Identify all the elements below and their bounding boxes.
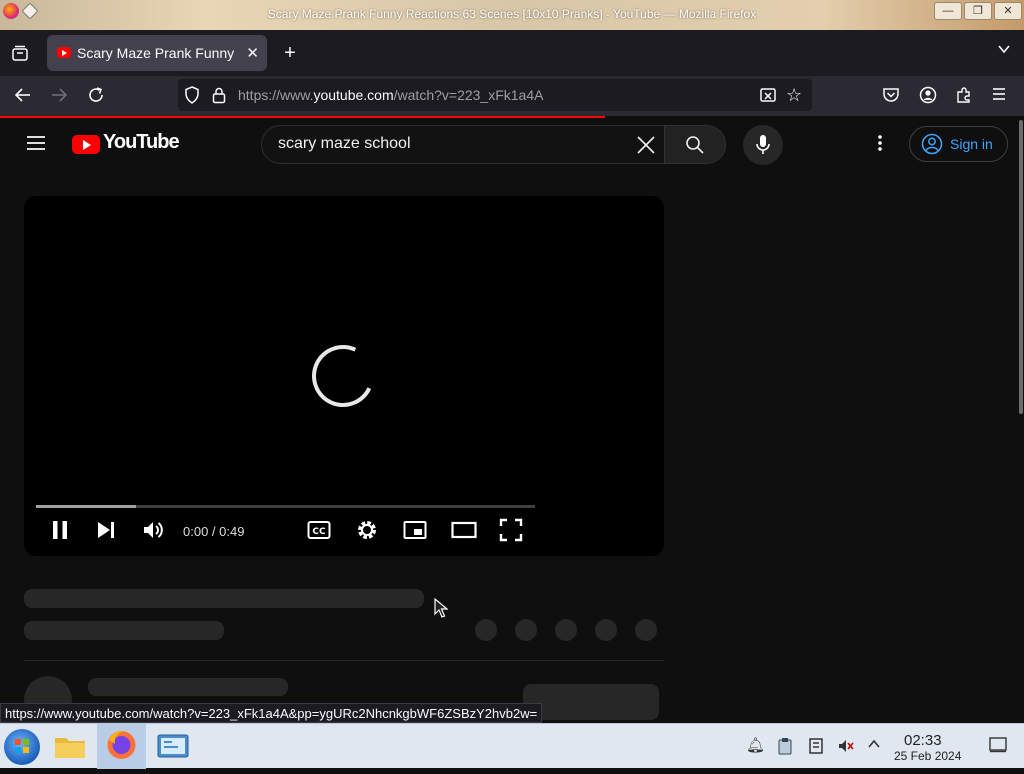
action-skeleton (555, 619, 577, 641)
reload-icon[interactable] (87, 86, 105, 109)
volume-icon[interactable] (141, 518, 165, 542)
clipboard-icon[interactable] (776, 737, 794, 755)
link-status-overlay: https://www.youtube.com/watch?v=223_xFk1… (0, 703, 543, 723)
subscribe-skeleton (523, 684, 659, 720)
search-icon (685, 135, 705, 160)
channel-name-skeleton (88, 678, 288, 696)
tab-strip: Scary Maze Prank Funny Reactions 63 Scen… (0, 30, 1024, 76)
current-time: 0:00 (183, 524, 209, 539)
youtube-logo-text[interactable]: YouTube (103, 131, 180, 154)
buffered-progress (36, 505, 136, 508)
scrollbar-thumb[interactable] (1019, 120, 1023, 414)
search-input[interactable] (278, 135, 618, 153)
svg-text:CC: CC (312, 527, 326, 537)
theater-mode-button[interactable] (451, 518, 477, 542)
youtube-logo-icon[interactable] (72, 135, 100, 154)
maximize-button[interactable]: ❐ (964, 2, 992, 20)
lock-icon[interactable] (212, 86, 226, 109)
time-display: 0:00 / 0:49 (183, 524, 245, 539)
sign-in-button[interactable]: Sign in (909, 126, 1008, 162)
bookmark-star-icon[interactable]: ☆ (786, 85, 802, 106)
notifications-bell-icon[interactable]: 🔔︎ (746, 737, 765, 755)
clock-date[interactable]: 25 Feb 2024 (894, 749, 961, 763)
navigation-toolbar: https://www.youtube.com/watch?v=223_xFk1… (0, 76, 1024, 116)
progress-bar[interactable] (36, 505, 535, 508)
fullscreen-button[interactable] (499, 518, 523, 542)
forward-arrow-icon[interactable] (50, 86, 68, 109)
tab-label: Scary Maze Prank Funny Reactions 63 Scen… (77, 45, 237, 61)
miniplayer-button[interactable] (403, 518, 427, 542)
pause-button[interactable] (48, 518, 72, 542)
action-skeleton (475, 619, 497, 641)
extensions-puzzle-icon[interactable] (955, 86, 973, 109)
close-window-button[interactable]: ✕ (994, 2, 1022, 20)
title-skeleton (24, 589, 424, 608)
tab-overview-icon[interactable] (10, 44, 30, 67)
clock-time[interactable]: 02:33 (904, 732, 942, 749)
hamburger-menu-icon[interactable] (991, 86, 1007, 107)
guide-menu-icon[interactable] (26, 134, 46, 157)
device-storage-icon[interactable] (807, 737, 825, 755)
window-title: Scary Maze Prank Funny Reactions 63 Scen… (267, 7, 757, 21)
settings-gear-icon[interactable] (355, 518, 379, 542)
youtube-favicon-icon (57, 47, 71, 58)
reader-mode-icon[interactable] (759, 86, 777, 109)
new-tab-button[interactable]: + (280, 42, 300, 65)
start-menu-icon[interactable] (4, 729, 40, 765)
volume-muted-icon[interactable] (837, 737, 855, 755)
firefox-taskbar-button[interactable] (97, 724, 146, 769)
address-bar[interactable]: https://www.youtube.com/watch?v=223_xFk1… (178, 79, 812, 111)
back-arrow-icon[interactable] (14, 86, 32, 109)
show-desktop-icon[interactable] (989, 737, 1007, 755)
divider (24, 660, 664, 661)
shield-icon[interactable] (184, 86, 200, 109)
meta-skeleton (24, 621, 224, 640)
next-video-button[interactable] (94, 518, 118, 542)
video-player[interactable]: 0:00 / 0:49 CC (24, 196, 664, 556)
pocket-icon[interactable] (882, 86, 900, 109)
tab-youtube-video[interactable]: Scary Maze Prank Funny Reactions 63 Scen… (47, 35, 267, 71)
mouse-pointer-icon (434, 597, 449, 623)
youtube-header: YouTube Sign in (0, 118, 1018, 170)
loading-spinner-icon (303, 336, 383, 416)
user-circle-icon (921, 133, 943, 160)
list-all-tabs-icon[interactable] (994, 42, 1014, 61)
system-settings-icon[interactable] (155, 729, 191, 765)
total-duration: 0:49 (219, 524, 245, 539)
clear-search-icon[interactable] (636, 135, 656, 160)
search-button[interactable] (664, 125, 726, 164)
account-icon[interactable] (919, 86, 937, 109)
tab-close-icon[interactable]: ✕ (246, 44, 259, 62)
page-scrollbar[interactable] (1018, 118, 1024, 723)
sign-in-label: Sign in (950, 136, 993, 152)
tray-expand-chevron-icon[interactable] (865, 737, 883, 755)
url-text[interactable]: https://www.youtube.com/watch?v=223_xFk1… (238, 87, 543, 103)
window-titlebar: Scary Maze Prank Funny Reactions 63 Scen… (0, 0, 1024, 30)
subtitles-cc-button[interactable]: CC (307, 518, 331, 542)
file-manager-icon[interactable] (52, 729, 88, 765)
action-skeleton (595, 619, 617, 641)
voice-search-button[interactable] (743, 125, 783, 165)
more-options-icon[interactable] (872, 134, 888, 157)
minimize-button[interactable]: — (934, 2, 962, 20)
taskbar: 🔔︎ 02:33 25 Feb 2024 (0, 723, 1024, 769)
search-box[interactable] (261, 125, 665, 164)
action-skeleton (635, 619, 657, 641)
action-skeleton (515, 619, 537, 641)
microphone-icon (755, 134, 771, 161)
